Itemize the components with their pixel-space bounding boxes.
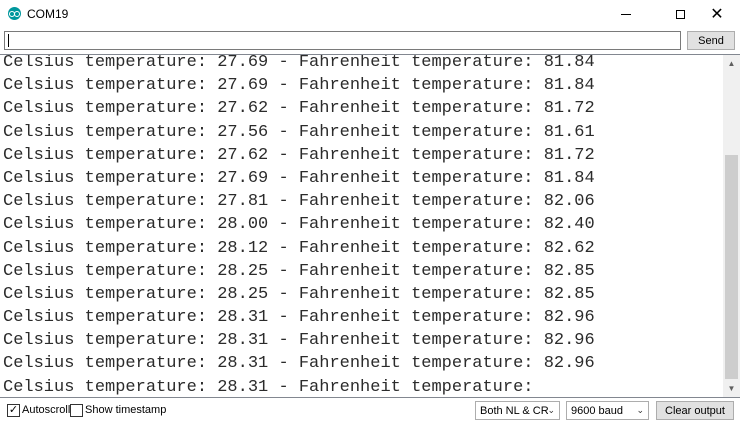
output-line: Celsius temperature: 28.12 - Fahrenheit … xyxy=(3,238,595,258)
output-line: Celsius temperature: 27.69 - Fahrenheit … xyxy=(3,54,595,72)
output-line: Celsius temperature: 28.31 - Fahrenheit … xyxy=(3,331,595,351)
scroll-down-arrow-icon[interactable]: ▼ xyxy=(723,380,740,397)
vertical-scrollbar[interactable]: ▲ ▼ xyxy=(723,55,740,397)
output-line: Celsius temperature: 27.69 - Fahrenheit … xyxy=(3,76,595,96)
output-line: Celsius temperature: 28.31 - Fahrenheit … xyxy=(3,308,595,328)
show-timestamp-checkbox[interactable] xyxy=(70,404,83,417)
output-line: Celsius temperature: 27.69 - Fahrenheit … xyxy=(3,168,595,188)
chevron-down-icon: ⌄ xyxy=(636,405,644,415)
autoscroll-checkbox[interactable]: ✓ xyxy=(7,404,20,417)
output-line: Celsius temperature: 27.62 - Fahrenheit … xyxy=(3,99,595,119)
output-line: Celsius temperature: 27.56 - Fahrenheit … xyxy=(3,122,595,142)
output-line: Celsius temperature: 28.31 - Fahrenheit … xyxy=(3,354,595,374)
serial-output[interactable]: Celsius temperature: 27.69 - Fahrenheit … xyxy=(0,54,740,398)
output-line: Celsius temperature: 27.81 - Fahrenheit … xyxy=(3,192,595,212)
scrollbar-thumb[interactable] xyxy=(725,155,738,379)
output-line: Celsius temperature: 27.62 - Fahrenheit … xyxy=(3,145,595,165)
baud-rate-value: 9600 baud xyxy=(571,404,623,417)
minimize-icon xyxy=(621,13,631,15)
baud-rate-select[interactable]: 9600 baud ⌄ xyxy=(566,401,649,420)
output-line: Celsius temperature: 28.25 - Fahrenheit … xyxy=(3,261,595,281)
arduino-icon xyxy=(8,7,21,20)
line-ending-value: Both NL & CR xyxy=(480,404,549,417)
title-bar: COM19 ✕ xyxy=(0,0,740,28)
show-timestamp-label[interactable]: Show timestamp xyxy=(85,404,166,416)
scroll-up-arrow-icon[interactable]: ▲ xyxy=(723,55,740,72)
output-lines: Celsius temperature: 27.69 - Fahrenheit … xyxy=(3,54,718,397)
autoscroll-label[interactable]: Autoscroll xyxy=(22,404,70,416)
close-button[interactable]: ✕ xyxy=(694,0,740,28)
output-line: Celsius temperature: 28.00 - Fahrenheit … xyxy=(3,215,595,235)
output-line: Celsius temperature: 28.25 - Fahrenheit … xyxy=(3,284,595,304)
clear-output-button[interactable]: Clear output xyxy=(656,401,734,420)
send-row: Send xyxy=(0,28,740,54)
send-button[interactable]: Send xyxy=(687,31,735,50)
serial-input[interactable] xyxy=(4,31,681,50)
minimize-button[interactable] xyxy=(603,0,649,28)
check-icon: ✓ xyxy=(8,404,19,416)
chevron-down-icon: ⌄ xyxy=(547,405,555,415)
line-ending-select[interactable]: Both NL & CR ⌄ xyxy=(475,401,560,420)
close-icon: ✕ xyxy=(710,4,724,23)
maximize-icon xyxy=(675,9,685,19)
output-line: Celsius temperature: 28.31 - Fahrenheit … xyxy=(3,377,534,397)
window-title: COM19 xyxy=(27,7,69,21)
bottom-bar: ✓ Autoscroll Show timestamp Both NL & CR… xyxy=(0,398,740,425)
text-caret xyxy=(8,34,9,47)
